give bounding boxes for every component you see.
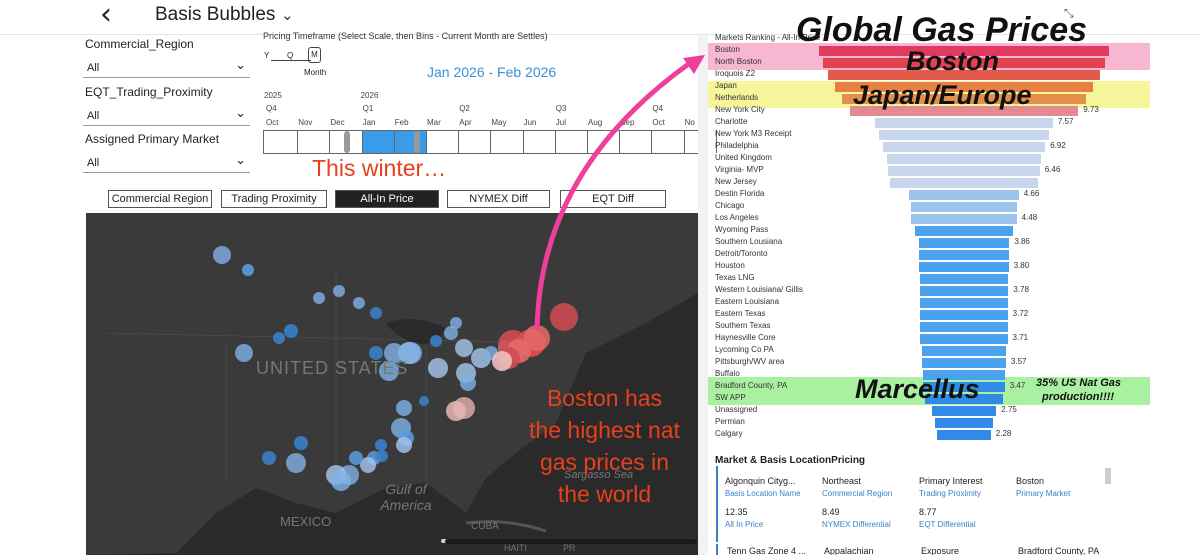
cell-basis-location: Algonquin Cityg... [725,476,796,486]
cell-eqt: 8.77 [919,507,937,517]
cell-r3-market: Bradford County, PA [1018,546,1100,555]
annotation-boston: Boston [906,46,999,76]
table-scrollbar[interactable] [1105,468,1111,484]
annotation-global: Global Gas Prices [796,11,1088,49]
cell-r3-proximity: Exposure [921,546,960,555]
cell-r3-basis: Tenn Gas Zone 4 ... [727,546,807,555]
claim-line-2: the highest nat [529,417,680,443]
claim-line-1: Boston has [546,385,663,411]
location-table-title: Market & Basis LocationPricing [715,455,866,466]
claim-line-3: gas prices in [539,449,670,475]
annotation-marcellus-note-1: 35% US Nat Gas [1036,377,1121,389]
cell-basis-location-label: Basis Location Name [725,489,801,498]
annotation-boston-claim: Boston has the highest nat gas prices in… [517,382,692,510]
annotation-marcellus-note-2: production!!!! [1042,391,1115,403]
location-card-2[interactable]: Tenn Gas Zone 4 ... Appalachian Exposure… [716,544,1110,555]
cell-primary-market-label: Primary Market [1016,489,1071,498]
cell-all-in-price-label: All In Price [725,520,764,529]
home-indicator [445,539,697,544]
annotation-marcellus: Marcellus [855,374,980,404]
cell-region: Northeast [822,476,862,486]
cell-proximity-label: Trading Proximity [919,489,981,498]
annotation-japan-europe: Japan/Europe [853,80,1032,110]
cell-nymex: 8.49 [822,507,840,517]
cell-primary-market: Boston [1016,476,1045,486]
cell-region-label: Commercial Region [822,489,893,498]
cell-all-in-price: 12.35 [725,507,748,517]
cell-eqt-label: EQT Differential [919,520,976,529]
cell-r3-region: Appalachian [824,546,874,555]
claim-line-4: the world [557,481,652,507]
cell-nymex-label: NYMEX Differential [822,520,891,529]
cell-proximity: Primary Interest [919,476,983,486]
arrow-line [534,60,692,331]
annotation-this-winter: This winter… [312,155,447,181]
